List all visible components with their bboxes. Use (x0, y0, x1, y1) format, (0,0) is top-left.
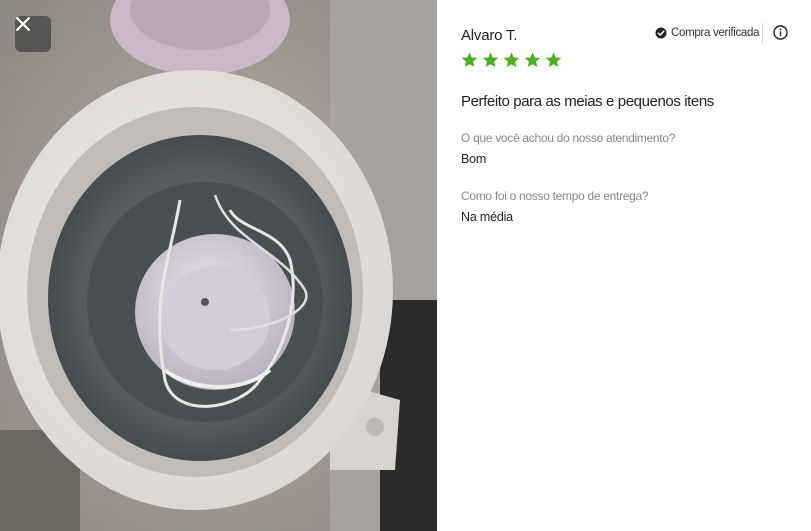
review-photo-image (0, 0, 437, 531)
answer-delivery: Na média (461, 210, 513, 224)
close-icon (16, 17, 30, 31)
verified-label: Compra verificada (671, 27, 760, 39)
info-icon[interactable] (773, 25, 788, 40)
verified-purchase-badge: Compra verificada (655, 25, 760, 41)
question-delivery: Como foi o nosso tempo de entrega? (461, 189, 649, 203)
review-photo (0, 0, 437, 531)
star-icon (545, 52, 562, 68)
star-rating (460, 51, 563, 69)
close-button[interactable] (15, 16, 51, 52)
star-icon (503, 52, 520, 68)
check-circle-icon (655, 27, 667, 39)
star-icon (524, 52, 541, 68)
reviewer-name: Alvaro T. (461, 27, 518, 44)
review-details: Alvaro T. Compra verificada Perfeito par… (437, 0, 811, 531)
star-icon (461, 52, 478, 68)
divider (762, 23, 763, 44)
star-icon (482, 52, 499, 68)
question-service: O que você achou do nosso atendimento? (461, 131, 676, 145)
review-headline: Perfeito para as meias e pequenos itens (461, 93, 714, 110)
answer-service: Bom (461, 152, 487, 166)
